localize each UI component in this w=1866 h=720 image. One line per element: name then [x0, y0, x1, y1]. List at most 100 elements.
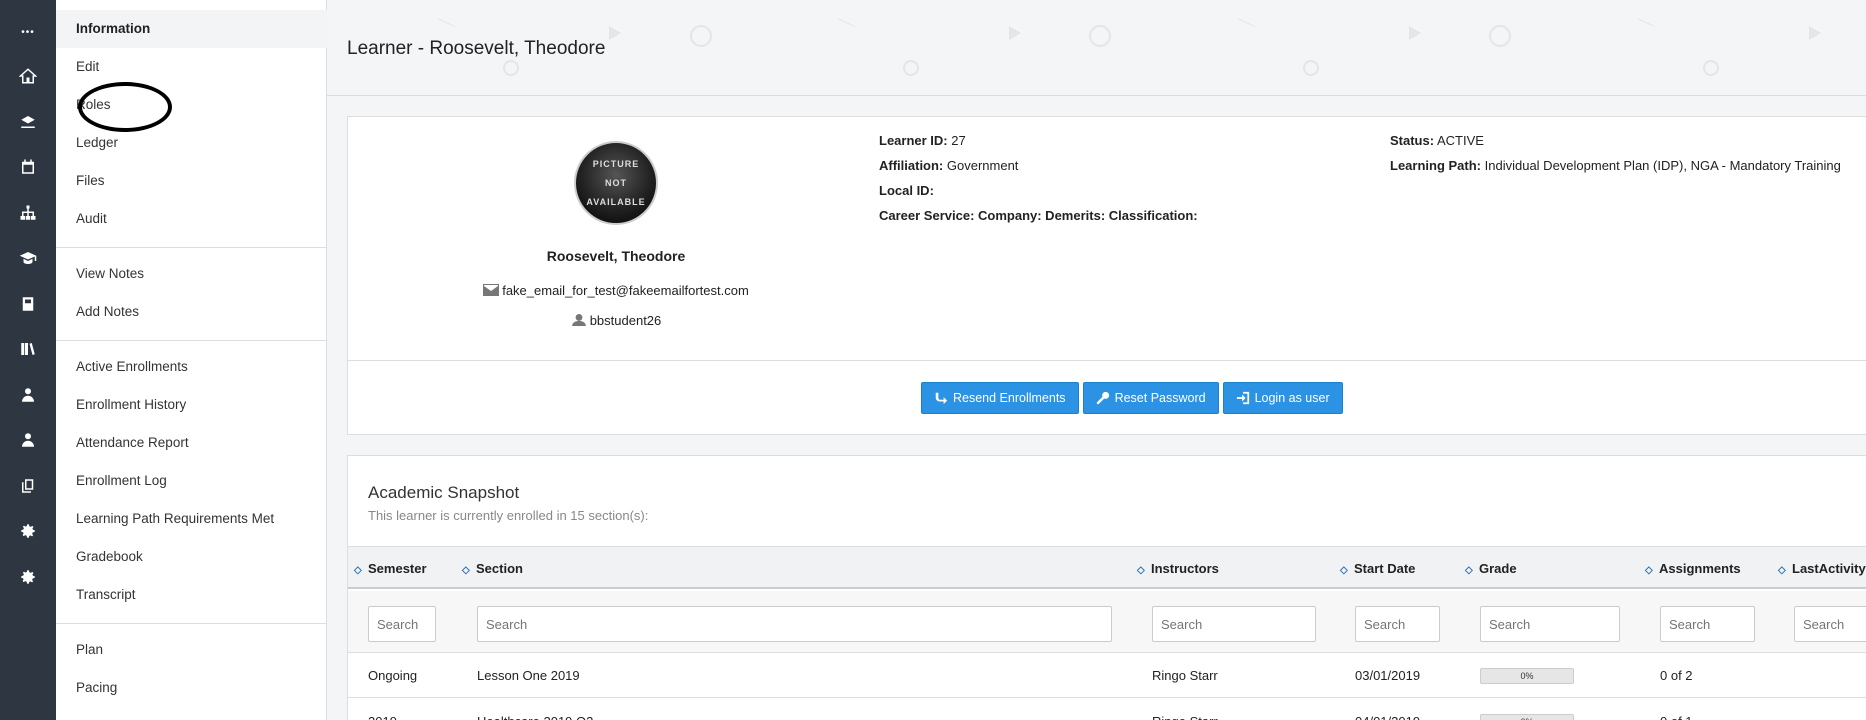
sidebar-item-enrollment-log[interactable]: Enrollment Log [56, 462, 327, 500]
action-buttons: Resend Enrollments Reset Password Login … [921, 382, 1343, 414]
column-header-semester[interactable]: ◇ Semester [354, 547, 427, 590]
sidebar-item-information[interactable]: Information [56, 10, 327, 48]
person-icon[interactable] [16, 428, 40, 452]
sidebar-item-active-enrollments[interactable]: Active Enrollments [56, 348, 327, 386]
sort-icon: ◇ [1137, 565, 1145, 576]
column-label: Start Date [1354, 561, 1416, 576]
sidebar-item-audit[interactable]: Audit [56, 200, 327, 238]
calendar-icon[interactable] [16, 155, 40, 179]
share-arrow-icon [935, 392, 948, 405]
column-header-last-activity[interactable]: ◇ LastActivity [1778, 547, 1866, 590]
grade-progress-bar: 0% [1480, 714, 1574, 720]
decor-shape [690, 25, 712, 47]
icon-rail: ••• [0, 0, 56, 720]
cell-semester: 2019 [368, 699, 397, 720]
table-row[interactable]: 2019 Healthcare 2019 Q2 Ringo Starr 04/0… [348, 699, 1866, 720]
column-header-instructors[interactable]: ◇ Instructors [1137, 547, 1219, 590]
cell-start-date: 03/01/2019 [1355, 668, 1421, 683]
search-input-section[interactable] [477, 606, 1112, 642]
sort-icon: ◇ [1465, 565, 1473, 576]
table-header: ◇ Semester ◇ Section ◇ Instructors ◇ Start D… [348, 546, 1866, 589]
learner-username: bbstudent26 [348, 313, 884, 328]
search-input-assignments[interactable] [1660, 606, 1755, 642]
decor-shape [1489, 25, 1511, 47]
learner-icon[interactable] [16, 110, 40, 134]
sidebar-item-enrollment-history[interactable]: Enrollment History [56, 386, 327, 424]
sidebar-item-view-notes[interactable]: View Notes [56, 255, 327, 293]
column-label: Section [476, 561, 523, 576]
cell-start-date: 04/01/2019 [1355, 699, 1420, 720]
learner-status: Status: ACTIVE Learning Path: Individual… [1390, 128, 1841, 178]
decor-shape [1237, 18, 1255, 27]
learner-email-text[interactable]: fake_email_for_test@fakeemailfortest.com [502, 283, 749, 298]
sort-icon: ◇ [1778, 565, 1786, 576]
career-row: Career Service: Company: Demerits: Class… [879, 203, 1198, 228]
column-label: LastActivity [1792, 561, 1866, 576]
sidebar-divider [56, 340, 327, 341]
gear-icon[interactable] [16, 519, 40, 543]
column-header-assignments[interactable]: ◇ Assignments [1645, 547, 1741, 590]
sidebar-item-files[interactable]: Files [56, 162, 327, 200]
sidebar-item-ledger[interactable]: Ledger [56, 124, 327, 162]
sidebar-item-transcript[interactable]: Transcript [56, 576, 327, 614]
sidebar-divider [56, 247, 327, 248]
button-label: Login as user [1254, 391, 1330, 405]
column-header-grade[interactable]: ◇ Grade [1465, 547, 1517, 590]
sidebar-item-gradebook[interactable]: Gradebook [56, 538, 327, 576]
cell-instructors: Ringo Starr [1152, 699, 1218, 720]
instructor-icon[interactable] [16, 383, 40, 407]
decor-shape [1703, 60, 1719, 76]
sidebar-item-attendance-report[interactable]: Attendance Report [56, 424, 327, 462]
library-icon[interactable] [16, 337, 40, 361]
settings-icon[interactable] [16, 565, 40, 589]
learner-email: fake_email_for_test@fakeemailfortest.com [348, 283, 884, 298]
cell-section[interactable]: Lesson One 2019 [477, 653, 580, 698]
field-label: Local ID: [879, 183, 934, 198]
book-icon[interactable] [16, 292, 40, 316]
table-row[interactable]: Ongoing Lesson One 2019 Ringo Starr 03/0… [348, 653, 1866, 698]
snapshot-title: Academic Snapshot [368, 483, 520, 502]
sidebar-item-plan[interactable]: Plan [56, 631, 327, 669]
org-chart-icon[interactable] [16, 201, 40, 225]
grade-progress-bar: 0% [1480, 668, 1574, 684]
more-icon[interactable]: ••• [16, 20, 40, 44]
decor-shape [503, 60, 519, 76]
decor-shape [437, 18, 455, 27]
more-glyph: ••• [21, 26, 35, 38]
learner-id-value: 27 [951, 133, 966, 148]
column-header-start-date[interactable]: ◇ Start Date [1340, 547, 1415, 590]
sidebar-item-edit[interactable]: Edit [56, 48, 327, 86]
learner-username-text: bbstudent26 [589, 313, 662, 328]
home-icon[interactable] [16, 64, 40, 88]
sign-in-icon [1236, 391, 1249, 405]
cell-section[interactable]: Healthcare 2019 Q2 [477, 699, 593, 720]
sort-icon: ◇ [354, 565, 362, 576]
search-input-last-activity[interactable] [1794, 606, 1866, 642]
sort-icon: ◇ [462, 565, 470, 576]
sidebar-divider [56, 623, 327, 624]
field-label: Career Service: Company: Demerits: Class… [879, 208, 1198, 223]
decor-shape [1089, 25, 1111, 47]
search-input-grade[interactable] [1480, 606, 1620, 642]
graduation-cap-icon[interactable] [16, 246, 40, 270]
copy-icon[interactable] [16, 474, 40, 498]
search-input-start-date[interactable] [1355, 606, 1440, 642]
search-input-semester[interactable] [368, 606, 436, 642]
login-as-user-button[interactable]: Login as user [1222, 382, 1343, 414]
key-icon [1096, 391, 1109, 405]
sidebar-item-pacing[interactable]: Pacing [56, 669, 327, 707]
user-icon [571, 314, 586, 326]
annotation-ellipse [78, 82, 172, 132]
sidebar-item-add-notes[interactable]: Add Notes [56, 293, 327, 331]
learner-name: Roosevelt, Theodore [546, 248, 686, 264]
resend-enrollments-button[interactable]: Resend Enrollments [921, 382, 1079, 414]
reset-password-button[interactable]: Reset Password [1082, 382, 1219, 414]
search-input-instructors[interactable] [1152, 606, 1316, 642]
column-label: Semester [368, 561, 427, 576]
column-header-section[interactable]: ◇ Section [462, 547, 523, 590]
sidebar-item-learning-path-requirements[interactable]: Learning Path Requirements Met [56, 500, 327, 538]
button-label: Reset Password [1114, 391, 1206, 405]
field-label: Learning Path: [1390, 158, 1482, 173]
field-label: Learner ID: [879, 133, 948, 148]
sort-icon: ◇ [1645, 565, 1653, 576]
